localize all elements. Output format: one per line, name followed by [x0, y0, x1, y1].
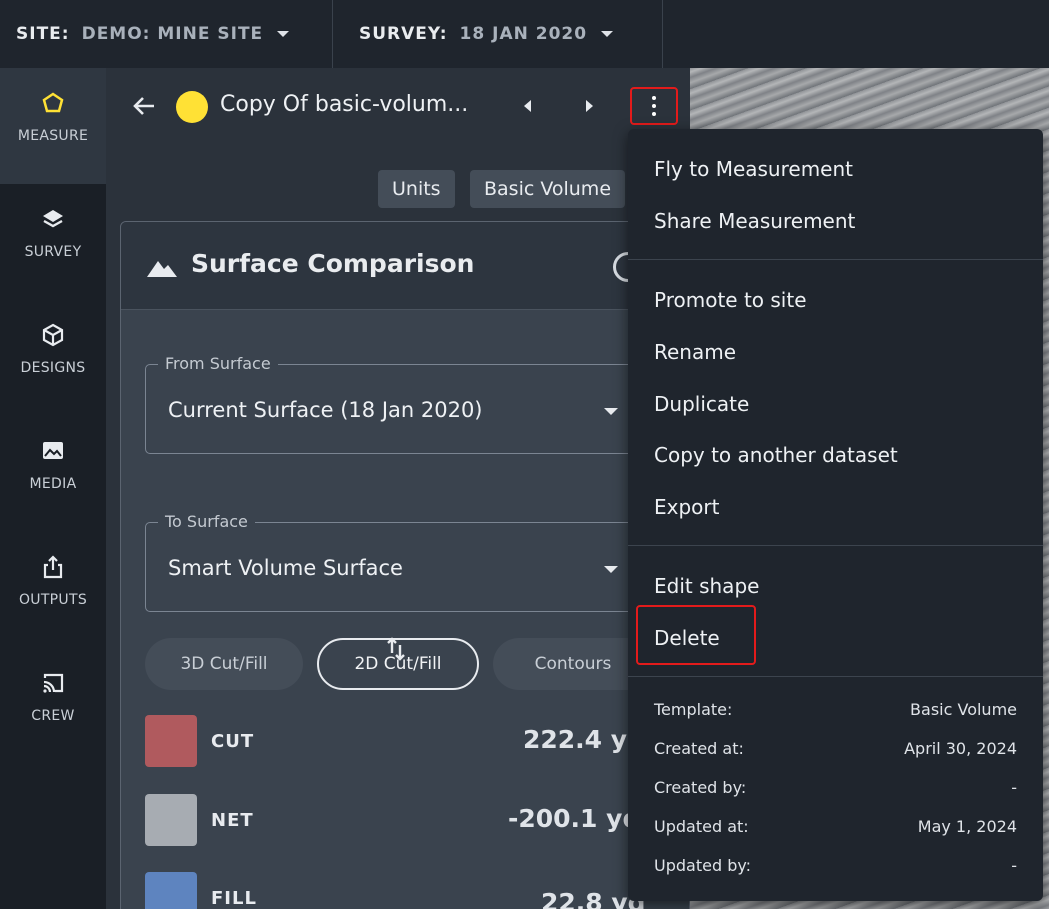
sidebar-item-label: SURVEY — [24, 244, 82, 260]
top-bar: SITE: DEMO: MINE SITE SURVEY: 18 JAN 202… — [0, 0, 1049, 68]
meta-created-by-label: Created by: — [654, 778, 747, 797]
to-surface-label: To Surface — [158, 512, 255, 531]
sidebar-item-label: MEDIA — [29, 476, 77, 492]
sidebar-item-designs[interactable]: DESIGNS — [0, 300, 106, 416]
sidebar-item-survey[interactable]: SURVEY — [0, 184, 106, 300]
result-row-cut: CUT 222.4 yd — [145, 715, 689, 769]
menu-item-edit-shape[interactable]: Edit shape — [654, 574, 759, 598]
sidebar-item-label: MEASURE — [17, 128, 89, 144]
cast-icon — [43, 673, 64, 693]
result-row-net: NET -200.1 yd — [145, 794, 689, 848]
to-surface-select[interactable]: To Surface Smart Volume Surface — [145, 512, 665, 612]
result-label: NET — [211, 810, 254, 831]
result-label: CUT — [211, 731, 255, 752]
measurement-panel: Copy Of basic-volum... Units Basic Volum… — [106, 68, 690, 909]
from-surface-value: Current Surface (18 Jan 2020) — [168, 398, 483, 422]
menu-divider — [628, 676, 1043, 677]
meta-template-value: Basic Volume — [910, 700, 1017, 719]
back-arrow-icon[interactable] — [130, 92, 158, 120]
meta-created-by-value: - — [1011, 778, 1017, 797]
menu-item-duplicate[interactable]: Duplicate — [654, 392, 749, 416]
template-chip[interactable]: Basic Volume — [470, 170, 626, 208]
next-icon[interactable] — [586, 100, 593, 112]
site-label: SITE: — [16, 24, 70, 44]
card-header: Surface Comparison — [121, 222, 689, 310]
result-value: -200.1 yd — [508, 804, 641, 833]
menu-item-fly-to-measurement[interactable]: Fly to Measurement — [654, 157, 853, 181]
survey-label: SURVEY: — [359, 24, 448, 44]
chevron-down-icon — [277, 31, 290, 37]
previous-icon[interactable] — [524, 100, 531, 112]
more-options-menu: Fly to Measurement Share Measurement Pro… — [628, 129, 1043, 901]
image-icon — [43, 442, 63, 459]
net-color-swatch — [145, 794, 197, 846]
tab-3d-cut-fill[interactable]: 3D Cut/Fill — [145, 638, 303, 690]
chevron-down-icon — [604, 408, 618, 415]
sidebar-item-measure[interactable]: MEASURE — [0, 68, 106, 184]
menu-item-delete[interactable]: Delete — [654, 626, 720, 650]
measurement-title: Copy Of basic-volum... — [220, 92, 469, 117]
upload-icon — [43, 555, 63, 579]
sidebar-item-outputs[interactable]: OUTPUTS — [0, 532, 106, 648]
surface-comparison-card: Surface Comparison From Surface Current … — [120, 221, 690, 909]
meta-template-label: Template: — [654, 700, 733, 719]
from-surface-label: From Surface — [158, 354, 278, 373]
result-row-fill: FILL 22.8 yd — [145, 872, 689, 909]
sidebar-item-media[interactable]: MEDIA — [0, 416, 106, 532]
survey-selector[interactable]: SURVEY: 18 JAN 2020 — [333, 0, 663, 68]
menu-item-share-measurement[interactable]: Share Measurement — [654, 209, 855, 233]
result-label: FILL — [211, 888, 257, 909]
meta-created-at-value: April 30, 2024 — [904, 739, 1017, 758]
left-sidebar: MEASURE SURVEY DESIGNS MEDIA OUTPUTS CRE… — [0, 68, 106, 909]
mountain-icon — [147, 261, 177, 277]
menu-item-copy-to-dataset[interactable]: Copy to another dataset — [654, 443, 898, 467]
menu-item-export[interactable]: Export — [654, 495, 719, 519]
menu-item-rename[interactable]: Rename — [654, 340, 736, 364]
result-value: 222.4 yd — [523, 725, 645, 754]
card-title: Surface Comparison — [191, 249, 475, 278]
site-selector[interactable]: SITE: DEMO: MINE SITE — [0, 0, 333, 68]
more-options-button[interactable] — [630, 87, 678, 125]
sidebar-item-crew[interactable]: CREW — [0, 648, 106, 764]
meta-updated-at-label: Updated at: — [654, 817, 749, 836]
cube-icon — [42, 323, 64, 347]
meta-updated-by-label: Updated by: — [654, 856, 752, 875]
meta-updated-by-value: - — [1011, 856, 1017, 875]
chevron-down-icon — [601, 31, 614, 37]
layers-icon — [43, 210, 63, 228]
chevron-down-icon — [604, 566, 618, 573]
menu-divider — [628, 545, 1043, 546]
status-color-dot — [176, 91, 208, 123]
sidebar-item-label: CREW — [31, 708, 75, 724]
meta-created-at-label: Created at: — [654, 739, 744, 758]
survey-value: 18 JAN 2020 — [459, 24, 588, 44]
sidebar-item-label: DESIGNS — [20, 360, 86, 376]
pentagon-icon — [42, 92, 64, 113]
meta-updated-at-value: May 1, 2024 — [917, 817, 1017, 836]
tab-2d-cut-fill[interactable]: 2D Cut/Fill — [317, 638, 479, 690]
units-chip[interactable]: Units — [378, 170, 455, 208]
site-value: DEMO: MINE SITE — [81, 24, 264, 44]
menu-item-promote-to-site[interactable]: Promote to site — [654, 288, 807, 312]
to-surface-value: Smart Volume Surface — [168, 556, 403, 580]
from-surface-select[interactable]: From Surface Current Surface (18 Jan 202… — [145, 354, 665, 454]
cut-color-swatch — [145, 715, 197, 767]
sidebar-item-label: OUTPUTS — [18, 592, 88, 608]
menu-divider — [628, 259, 1043, 260]
fill-color-swatch — [145, 872, 197, 909]
